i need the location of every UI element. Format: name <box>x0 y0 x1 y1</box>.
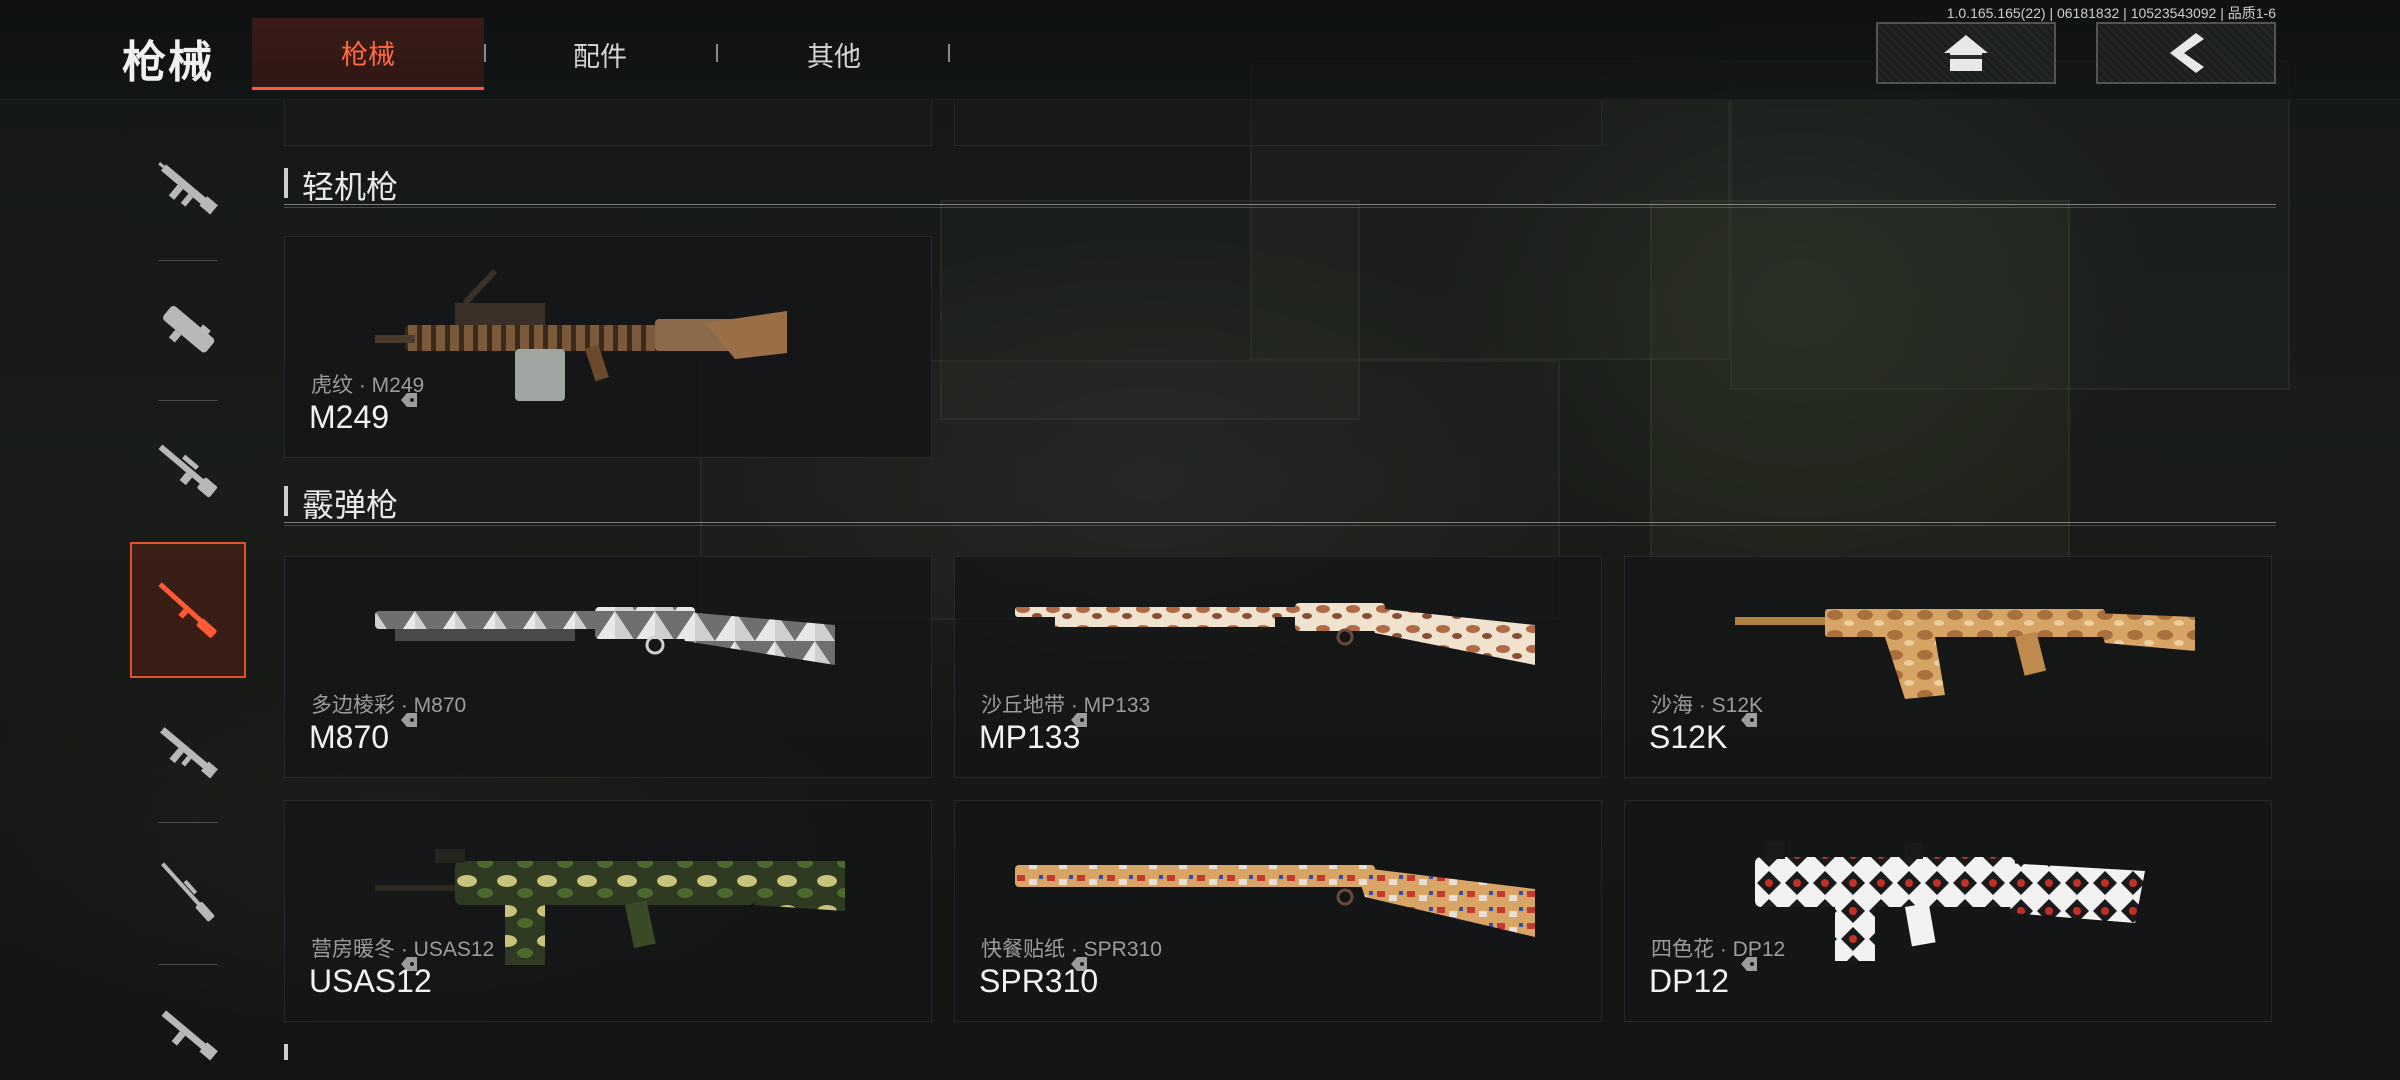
weapon-name: SPR310 <box>979 963 1099 999</box>
tab-label: 其他 <box>807 41 861 72</box>
rifle-icon <box>160 727 218 779</box>
weapon-image-s12k <box>1735 609 2195 699</box>
category-marksman[interactable] <box>130 402 246 538</box>
category-rifle[interactable] <box>130 684 246 820</box>
assault-rifle-icon <box>158 162 218 215</box>
tag-icon <box>401 713 417 727</box>
previous-card-edge <box>954 100 1602 146</box>
section-title: 轻机枪 <box>302 169 399 205</box>
weapon-card-m870[interactable]: 多边棱彩 · M870 M870 <box>284 556 932 778</box>
tab-other[interactable]: 其他 <box>718 18 950 90</box>
tag-icon <box>1741 957 1757 971</box>
weapon-name: S12K <box>1649 719 1728 755</box>
smg-icon <box>163 305 215 353</box>
section-header-lmg: 轻机枪 <box>284 158 2280 208</box>
skin-label: 快餐贴纸 · SPR310 <box>981 933 1162 971</box>
weapon-list: 轻机枪 虎纹 · M249 M249 霰弹枪 多边棱彩 · M870 M870 … <box>280 100 2280 1060</box>
weapon-name: USAS12 <box>309 963 432 999</box>
weapon-name: DP12 <box>1649 963 1730 999</box>
weapon-card-usas12[interactable]: 营房暖冬 · USAS12 USAS12 <box>284 800 932 1022</box>
weapon-card-s12k[interactable]: 沙海 · S12K S12K <box>1624 556 2272 778</box>
category-other-rifle[interactable] <box>130 966 246 1080</box>
skin-label: 多边棱彩 · M870 <box>311 689 466 727</box>
pistol-rifle-icon <box>161 1010 218 1061</box>
previous-card-edge <box>284 100 932 146</box>
shotgun-icon <box>158 582 217 638</box>
weapon-category-sidebar <box>120 100 256 1061</box>
back-button[interactable] <box>2096 22 2276 84</box>
weapon-image-m249 <box>375 268 787 401</box>
weapon-card-dp12[interactable]: 四色花 · DP12 DP12 <box>1624 800 2272 1022</box>
skin-label: 虎纹 · M249 <box>311 369 424 407</box>
home-icon <box>1944 35 1988 71</box>
skin-label: 沙海 · S12K <box>1651 689 1763 727</box>
weapon-image-mp133 <box>1015 603 1535 665</box>
top-bar: 枪械 枪械 配件 其他 1.0.165.165(22) | 06181832 |… <box>0 0 2400 100</box>
tab-guns[interactable]: 枪械 <box>252 18 484 90</box>
tag-icon <box>1741 713 1757 727</box>
sidebar-divider <box>158 964 218 965</box>
tag-icon <box>401 393 417 407</box>
sidebar-divider <box>158 822 218 823</box>
sidebar-divider <box>158 260 218 261</box>
back-arrow-icon <box>2170 33 2204 73</box>
weapon-card-m249[interactable]: 虎纹 · M249 M249 <box>284 236 932 458</box>
weapon-image-dp12 <box>1755 841 2145 961</box>
marksman-rifle-icon <box>158 444 218 498</box>
tab-label: 枪械 <box>341 40 395 70</box>
weapon-name: M870 <box>309 719 390 755</box>
section-header-shotgun: 霰弹枪 <box>284 476 2280 526</box>
weapon-card-mp133[interactable]: 沙丘地带 · MP133 MP133 <box>954 556 1602 778</box>
sniper-rifle-icon <box>161 862 215 922</box>
tab-label: 配件 <box>573 41 627 72</box>
category-shotgun[interactable] <box>130 542 246 678</box>
weapon-image-m870 <box>375 607 835 665</box>
weapon-name: M249 <box>309 399 390 435</box>
section-title: 霰弹枪 <box>302 487 399 523</box>
tab-divider <box>948 44 950 62</box>
weapon-name: MP133 <box>979 719 1081 755</box>
sidebar-divider <box>158 400 218 401</box>
category-smg[interactable] <box>130 262 246 398</box>
page-title: 枪械 <box>122 38 214 87</box>
category-assault-rifle[interactable] <box>130 120 246 256</box>
skin-label: 沙丘地带 · MP133 <box>981 689 1150 727</box>
next-section-header-edge <box>284 1044 288 1060</box>
skin-label: 营房暖冬 · USAS12 <box>311 933 494 971</box>
version-info: 1.0.165.165(22) | 06181832 | 10523543092… <box>1946 5 2276 21</box>
weapon-card-spr310[interactable]: 快餐贴纸 · SPR310 SPR310 <box>954 800 1602 1022</box>
tab-attachments[interactable]: 配件 <box>484 18 716 90</box>
skin-label: 四色花 · DP12 <box>1651 933 1785 971</box>
home-button[interactable] <box>1876 22 2056 84</box>
category-sniper[interactable] <box>130 824 246 960</box>
